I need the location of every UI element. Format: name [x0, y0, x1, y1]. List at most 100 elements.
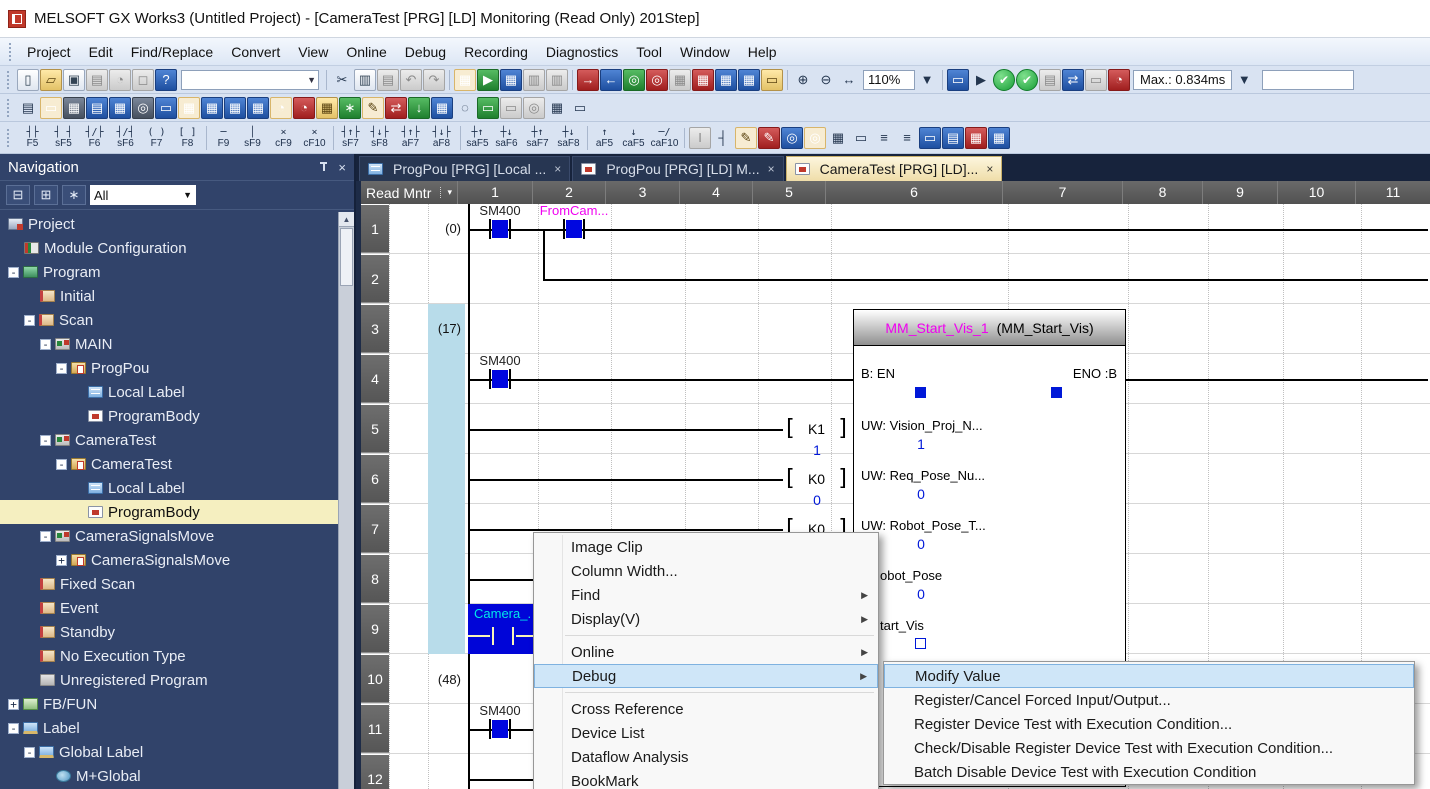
context-menu-item[interactable]: [534, 631, 878, 640]
ladder-symbol-button[interactable]: ↑aF5: [587, 126, 618, 150]
expand-toggle-icon[interactable]: +: [56, 555, 67, 566]
tree-item[interactable]: Module Configuration: [0, 236, 338, 260]
find-pencil2-icon[interactable]: ✎: [758, 127, 780, 149]
print-icon[interactable]: ▤: [86, 69, 108, 91]
window-green-icon[interactable]: ▭: [477, 97, 499, 119]
ladder-symbol-button[interactable]: ×cF10: [299, 126, 330, 150]
ladder-symbol-button[interactable]: │sF9: [237, 126, 268, 150]
context-menu-item[interactable]: Device List: [534, 721, 878, 745]
delete-row-icon[interactable]: ▭: [850, 127, 872, 149]
tab-close-icon[interactable]: ×: [768, 162, 775, 176]
watch-window-icon[interactable]: ▭: [155, 97, 177, 119]
close-icon[interactable]: ×: [338, 160, 346, 175]
ladder-symbol-button[interactable]: [ ]F8: [172, 126, 203, 150]
tree-item[interactable]: Standby: [0, 620, 338, 644]
ladder-symbol-button[interactable]: ┤↓├aF8: [426, 126, 457, 150]
ladder-symbol-button[interactable]: ┤ ┤sF5: [48, 126, 79, 150]
fb-blue-icon[interactable]: ▦: [988, 127, 1010, 149]
scan-time-dropdown-icon[interactable]: ▼: [1233, 69, 1255, 91]
device-red-icon[interactable]: ▦: [692, 69, 714, 91]
menu-item[interactable]: Convert: [222, 41, 289, 63]
cut-icon[interactable]: ✂: [331, 69, 353, 91]
submenu-item[interactable]: Register/Cancel Forced Input/Output...: [884, 688, 1414, 712]
tree-item[interactable]: M+Global: [0, 764, 338, 788]
ladder-symbol-button[interactable]: ┼↓saF6: [491, 126, 522, 150]
expand-toggle-icon[interactable]: -: [56, 363, 67, 374]
fb-red-icon[interactable]: ▦: [965, 127, 987, 149]
context-menu-item[interactable]: Online: [534, 640, 878, 664]
device-comment-icon[interactable]: ▦: [454, 69, 476, 91]
constant-operand[interactable]: [K0]: [783, 466, 850, 492]
insert-row-icon[interactable]: ▦: [827, 127, 849, 149]
device-find-icon[interactable]: ◎: [781, 127, 803, 149]
ladder-symbol-button[interactable]: ↓caF5: [618, 126, 649, 150]
tree-item[interactable]: Fixed Scan: [0, 572, 338, 596]
fit-width-icon[interactable]: ↔: [838, 69, 860, 91]
device-gray-icon[interactable]: ▦: [669, 69, 691, 91]
ladder-symbol-button[interactable]: ┤├F5: [17, 126, 48, 150]
ladder-symbol-button[interactable]: ┼↑saF5: [460, 126, 491, 150]
monitor-ok-icon[interactable]: ✔: [993, 69, 1015, 91]
tree-item[interactable]: - Scan: [0, 308, 338, 332]
io-check-icon[interactable]: ⇄: [385, 97, 407, 119]
tree-item[interactable]: - Program: [0, 260, 338, 284]
device-grid-icon[interactable]: ▦: [109, 97, 131, 119]
tree-item[interactable]: Initial: [0, 284, 338, 308]
context-menu-item[interactable]: [534, 688, 878, 697]
tree-item[interactable]: - MAIN: [0, 332, 338, 356]
tree-item[interactable]: ProgramBody: [0, 404, 338, 428]
monitor-window-icon[interactable]: ▭: [947, 69, 969, 91]
context-menu-item[interactable]: Display(V): [534, 607, 878, 631]
print-preview-icon[interactable]: ◔: [109, 69, 131, 91]
expand-tree-icon[interactable]: ⊞: [34, 185, 58, 205]
ladder-symbol-button[interactable]: ─F9: [206, 126, 237, 150]
ladder-symbol-button[interactable]: ┼↓saF8: [553, 126, 584, 150]
constant-operand[interactable]: [K1]: [783, 416, 850, 442]
tree-item[interactable]: Unregistered Program: [0, 668, 338, 692]
gear-icon[interactable]: ∗: [62, 185, 86, 205]
align-right-icon[interactable]: ≡: [896, 127, 918, 149]
contact-fromcam[interactable]: FromCam...: [556, 219, 592, 239]
zoom-out-icon[interactable]: ⊖: [815, 69, 837, 91]
outline-tree-icon[interactable]: ▤: [17, 97, 39, 119]
window-plain-icon[interactable]: ▭: [569, 97, 591, 119]
align-left-icon[interactable]: ≡: [873, 127, 895, 149]
open-project-icon[interactable]: ▱: [40, 69, 62, 91]
menu-item[interactable]: Debug: [396, 41, 455, 63]
monitor-start-icon[interactable]: ▶: [970, 69, 992, 91]
copy-icon[interactable]: ▥: [354, 69, 376, 91]
module-chip-icon[interactable]: ▦: [63, 97, 85, 119]
find-pencil-icon[interactable]: ✎: [735, 127, 757, 149]
write-to-plc-icon[interactable]: →: [577, 69, 599, 91]
menu-item[interactable]: View: [289, 41, 337, 63]
sm-grid-icon[interactable]: ▦: [431, 97, 453, 119]
menu-item[interactable]: Window: [671, 41, 739, 63]
menu-item[interactable]: Recording: [455, 41, 537, 63]
label-list-icon[interactable]: ▤: [86, 97, 108, 119]
tree-item[interactable]: - Label: [0, 716, 338, 740]
binocular-gray-icon[interactable]: ◎: [523, 97, 545, 119]
expand-toggle-icon[interactable]: -: [24, 315, 35, 326]
tab-close-icon[interactable]: ×: [986, 162, 993, 176]
copy-gray-icon[interactable]: ▥: [546, 69, 568, 91]
paste-icon[interactable]: ▤: [377, 69, 399, 91]
pin-icon[interactable]: [318, 161, 330, 173]
device-tree-icon[interactable]: ▦: [247, 97, 269, 119]
ladder-symbol-button[interactable]: ┤/├F6: [79, 126, 110, 150]
tree-scrollbar[interactable]: ▲: [338, 212, 354, 789]
tree-item[interactable]: Local Label: [0, 476, 338, 500]
redo-icon[interactable]: ↷: [423, 69, 445, 91]
menu-item[interactable]: Online: [337, 41, 395, 63]
zoom-dropdown-icon[interactable]: ▼: [916, 69, 938, 91]
context-menu-item[interactable]: BookMark: [534, 769, 878, 789]
editor-tab[interactable]: CameraTest [PRG] [LD]... ×: [786, 156, 1003, 181]
ladder-symbol-button[interactable]: ( )F7: [141, 126, 172, 150]
chevron-down-icon[interactable]: ▼: [307, 75, 316, 85]
menu-item[interactable]: Help: [739, 41, 786, 63]
device-k-icon[interactable]: ▦: [178, 97, 200, 119]
run-terminal-icon[interactable]: ▶: [477, 69, 499, 91]
new-project-icon[interactable]: ▯: [17, 69, 39, 91]
ladder-symbol-button[interactable]: ─/caF10: [649, 126, 680, 150]
context-menu-item[interactable]: Dataflow Analysis: [534, 745, 878, 769]
monitor-win-icon[interactable]: ▭: [40, 97, 62, 119]
